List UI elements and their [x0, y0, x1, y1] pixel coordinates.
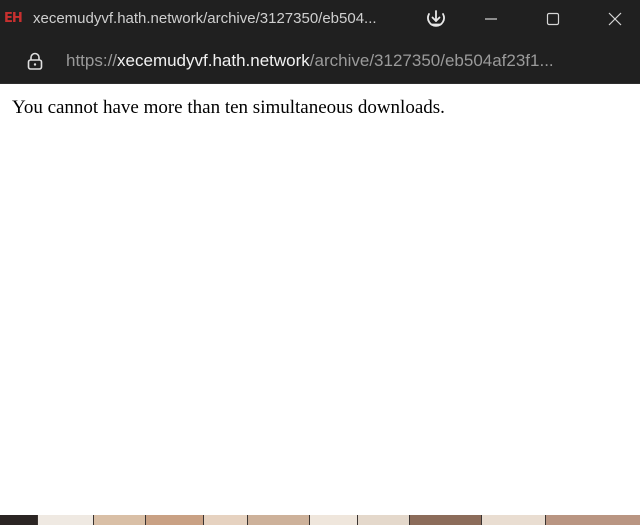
- url-text[interactable]: https://xecemudyvf.hath.network/archive/…: [66, 51, 554, 71]
- download-limit-message: You cannot have more than ten simultaneo…: [12, 97, 445, 118]
- thumbnail: [146, 515, 204, 525]
- window-title: xecemudyvf.hath.network/archive/3127350/…: [33, 10, 377, 27]
- thumbnail: [204, 515, 248, 525]
- close-button[interactable]: [584, 0, 640, 38]
- background-thumbnail-strip: [0, 515, 640, 525]
- thumbnail: [482, 515, 546, 525]
- url-scheme: https://: [66, 51, 118, 70]
- popup-browser-window: EH xecemudyvf.hath.network/archive/31273…: [0, 0, 640, 515]
- thumbnail: [410, 515, 482, 525]
- address-bar[interactable]: https://xecemudyvf.hath.network/archive/…: [0, 38, 640, 84]
- lock-icon[interactable]: [25, 51, 45, 71]
- page-content: You cannot have more than ten simultaneo…: [0, 84, 640, 515]
- thumbnail: [310, 515, 358, 525]
- url-path: /archive/3127350/eb504af23f1...: [309, 51, 554, 70]
- title-bar[interactable]: EH xecemudyvf.hath.network/archive/31273…: [0, 0, 640, 38]
- thumbnail: [358, 515, 410, 525]
- thumbnail: [0, 515, 38, 525]
- minimize-button[interactable]: [460, 0, 522, 38]
- thumbnail: [248, 515, 310, 525]
- download-icon: [427, 10, 445, 27]
- close-icon: [608, 12, 622, 26]
- thumbnail: [546, 515, 640, 525]
- maximize-icon: [546, 12, 560, 26]
- maximize-button[interactable]: [522, 0, 584, 38]
- thumbnail: [38, 515, 94, 525]
- minimize-icon: [485, 18, 497, 20]
- downloads-button[interactable]: [421, 4, 451, 34]
- thumbnail: [94, 515, 146, 525]
- site-favicon: EH: [4, 11, 23, 26]
- url-host: xecemudyvf.hath.network: [117, 51, 310, 70]
